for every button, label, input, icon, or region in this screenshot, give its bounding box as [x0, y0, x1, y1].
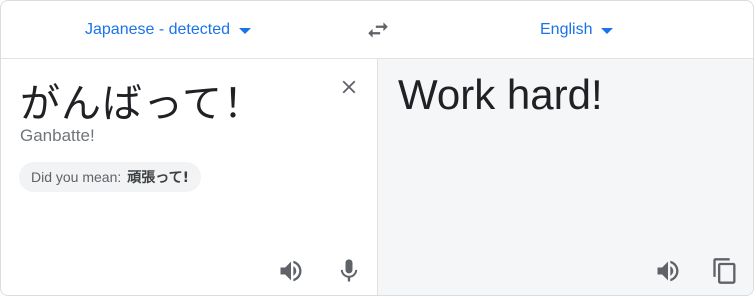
translate-widget: Japanese - detected English がんばって！ Ganba… — [0, 0, 754, 296]
close-icon — [342, 80, 356, 94]
microphone-icon — [340, 259, 358, 282]
source-language-selector[interactable]: Japanese - detected — [85, 19, 251, 41]
copy-icon — [713, 258, 736, 284]
language-bar: Japanese - detected English — [1, 1, 753, 59]
listen-source-button[interactable] — [277, 257, 305, 285]
translation-text: Work hard! — [398, 71, 603, 118]
clear-source-button[interactable] — [338, 76, 360, 98]
swap-arrows-icon — [368, 22, 388, 38]
speaker-icon — [657, 260, 679, 282]
copy-translation-button[interactable] — [711, 257, 739, 285]
voice-input-button[interactable] — [335, 257, 363, 285]
suggestion-prefix: Did you mean: — [31, 169, 122, 185]
caret-down-icon — [601, 28, 614, 34]
translation-panel: Work hard! — [378, 59, 753, 295]
speaker-icon — [280, 260, 302, 282]
suggestion-term: 頑張って! — [127, 170, 189, 186]
target-language-selector[interactable]: English — [540, 19, 614, 41]
did-you-mean-chip[interactable]: Did you mean: 頑張って! — [19, 162, 201, 192]
swap-languages-button[interactable] — [365, 17, 391, 43]
source-language-label: Japanese - detected — [85, 21, 230, 38]
source-panel: がんばって！ Ganbatte! Did you mean: 頑張って! — [1, 59, 378, 295]
romanization-text: Ganbatte! — [20, 126, 95, 145]
listen-translation-button[interactable] — [654, 257, 682, 285]
source-text-input[interactable]: がんばって！ — [20, 71, 264, 129]
target-language-label: English — [540, 21, 593, 38]
caret-down-icon — [239, 28, 251, 34]
